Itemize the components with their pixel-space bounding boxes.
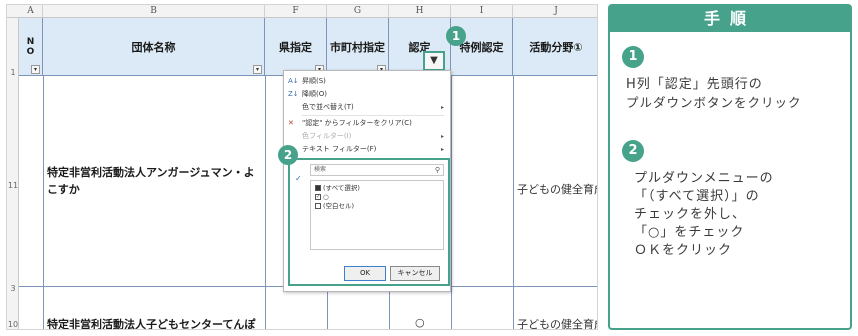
instruction-step2-line5: ＯＫをクリック (634, 243, 733, 258)
filter-item-select-all[interactable]: (すべて選択) (315, 184, 360, 193)
clear-filter-icon: ✕ (288, 119, 294, 127)
menu-sort-by-color[interactable]: 色で並べ替え(T) ▸ (288, 101, 444, 114)
cancel-button[interactable]: キャンセル (390, 266, 440, 281)
header-activity: 活動分野① (513, 18, 597, 76)
header-no: N O ▾ (19, 18, 43, 76)
grid-line (265, 76, 266, 329)
step-badge-2: 2 (278, 145, 298, 165)
checkbox-empty-icon[interactable] (315, 203, 321, 209)
filter-item-label: ○ (323, 193, 329, 201)
filter-item-blank[interactable]: (空白セル) (315, 202, 354, 211)
column-letter-a[interactable]: A (19, 5, 43, 18)
instruction-step1-line1: H列「認定」先頭行の (626, 77, 763, 92)
search-icon: ⚲ (434, 166, 440, 174)
grid-line (43, 76, 44, 329)
header-no-o: O (26, 47, 35, 57)
column-letter-j[interactable]: J (513, 5, 597, 18)
filter-item-label: (すべて選択) (323, 184, 360, 192)
menu-clear-filter[interactable]: ✕ "認定" からフィルターをクリア(C) (288, 117, 444, 130)
filter-value-panel: 検索 ⚲ ✓ (すべて選択) ✓ ○ (空白セル) OK キャンセル (288, 158, 450, 286)
header-no-n: N (26, 37, 35, 47)
instruction-step2-line1: プルダウンメニューの (634, 171, 774, 186)
header-municipality: 市町村指定 ▾ (327, 18, 389, 76)
column-letter-g[interactable]: G (327, 5, 389, 18)
cell-group-name[interactable]: 特定非営利活動法人子どもセンターてんぽ (47, 316, 265, 329)
column-letter-i[interactable]: I (451, 5, 513, 18)
header-activity-label: 活動分野① (529, 41, 583, 54)
header-prefecture-label: 県指定 (279, 41, 312, 54)
search-input[interactable]: 検索 ⚲ (310, 164, 444, 176)
menu-color-filter[interactable]: 色フィルター(I) ▸ (288, 130, 444, 143)
cell-group-name[interactable]: 特定非営利活動法人アンガージュマン・よこすか (47, 164, 261, 198)
instruction-step1-line2: プルダウンボタンをクリック (626, 95, 802, 110)
checkbox-partial-icon[interactable] (315, 185, 321, 191)
submenu-arrow-icon: ▸ (440, 133, 444, 140)
header-special-label: 特例認定 (459, 41, 504, 54)
step-badge-1: 1 (446, 26, 466, 46)
filter-button-a[interactable]: ▾ (31, 65, 40, 74)
filter-button-b[interactable]: ▾ (253, 65, 262, 74)
menu-item-label: "認定" からフィルターをクリア(C) (302, 119, 412, 127)
checkbox-checked-icon[interactable]: ✓ (315, 194, 321, 200)
filter-item-circle[interactable]: ✓ ○ (315, 193, 329, 202)
header-municipality-label: 市町村指定 (330, 41, 385, 54)
menu-item-label: 色フィルター(I) (302, 132, 352, 140)
instruction-step-badge: 2 (622, 140, 644, 162)
sort-descending-icon: Z↓ (288, 90, 299, 98)
menu-item-label: 昇順(S) (302, 77, 326, 85)
submenu-arrow-icon: ▸ (440, 146, 444, 153)
grid-line (513, 76, 514, 329)
filter-value-list: (すべて選択) ✓ ○ (空白セル) (310, 180, 444, 250)
row-number[interactable]: 3 (7, 284, 19, 293)
certified-filter-dropdown-button[interactable]: ▼ (423, 51, 445, 71)
row-number[interactable]: 11 (7, 181, 19, 190)
submenu-arrow-icon: ▸ (440, 104, 444, 111)
column-letter-f[interactable]: F (265, 5, 327, 18)
instruction-step2-line4: 「○」をチェック (634, 225, 745, 240)
ok-button[interactable]: OK (344, 266, 386, 281)
instruction-step2-line2: 「（すべて選択）」の (634, 189, 760, 204)
instruction-step2-line3: チェックを外し、 (634, 207, 747, 222)
filter-item-label: (空白セル) (323, 202, 355, 210)
instructions-panel: 手順 1 H列「認定」先頭行の プルダウンボタンをクリック 2 プルダウンメニュ… (608, 4, 852, 330)
cell-activity[interactable]: 子どもの健全育成 (517, 316, 597, 329)
header-group-name-label: 団体名称 (131, 41, 176, 54)
menu-item-label: 色で並べ替え(T) (302, 103, 354, 111)
cell-activity[interactable]: 子どもの健全育成 (517, 181, 597, 197)
row-number-column: 1 11 3 10 (7, 18, 19, 329)
search-placeholder: 検索 (314, 166, 327, 173)
menu-item-label: テキスト フィルター(F) (302, 145, 377, 153)
checkmark-icon: ✓ (295, 174, 302, 183)
menu-item-label: 降順(O) (302, 90, 327, 98)
menu-sort-descending[interactable]: Z↓ 降順(O) (288, 88, 444, 101)
row-number[interactable]: 10 (7, 320, 19, 329)
header-group-name: 団体名称 ▾ (43, 18, 265, 76)
column-letter-b[interactable]: B (43, 5, 265, 18)
menu-separator (302, 115, 444, 116)
instruction-step-badge: 1 (622, 46, 644, 68)
table-header-row: N O ▾ 団体名称 ▾ 県指定 ▾ 市町村指定 ▾ 認定 特例認定 活動分野① (19, 18, 597, 76)
column-letter-h[interactable]: H (389, 5, 451, 18)
instructions-title: 手順 (610, 6, 850, 32)
menu-sort-ascending[interactable]: A↓ 昇順(S) (288, 75, 444, 88)
menu-text-filter[interactable]: テキスト フィルター(F) ▸ (288, 143, 444, 156)
column-header-row: A B F G H I J (7, 5, 597, 18)
sort-ascending-icon: A↓ (288, 77, 299, 85)
cell-certified[interactable]: ○ (415, 316, 425, 329)
grid-line (451, 76, 452, 329)
row-number[interactable]: 1 (7, 68, 19, 77)
header-prefecture: 県指定 ▾ (265, 18, 327, 76)
